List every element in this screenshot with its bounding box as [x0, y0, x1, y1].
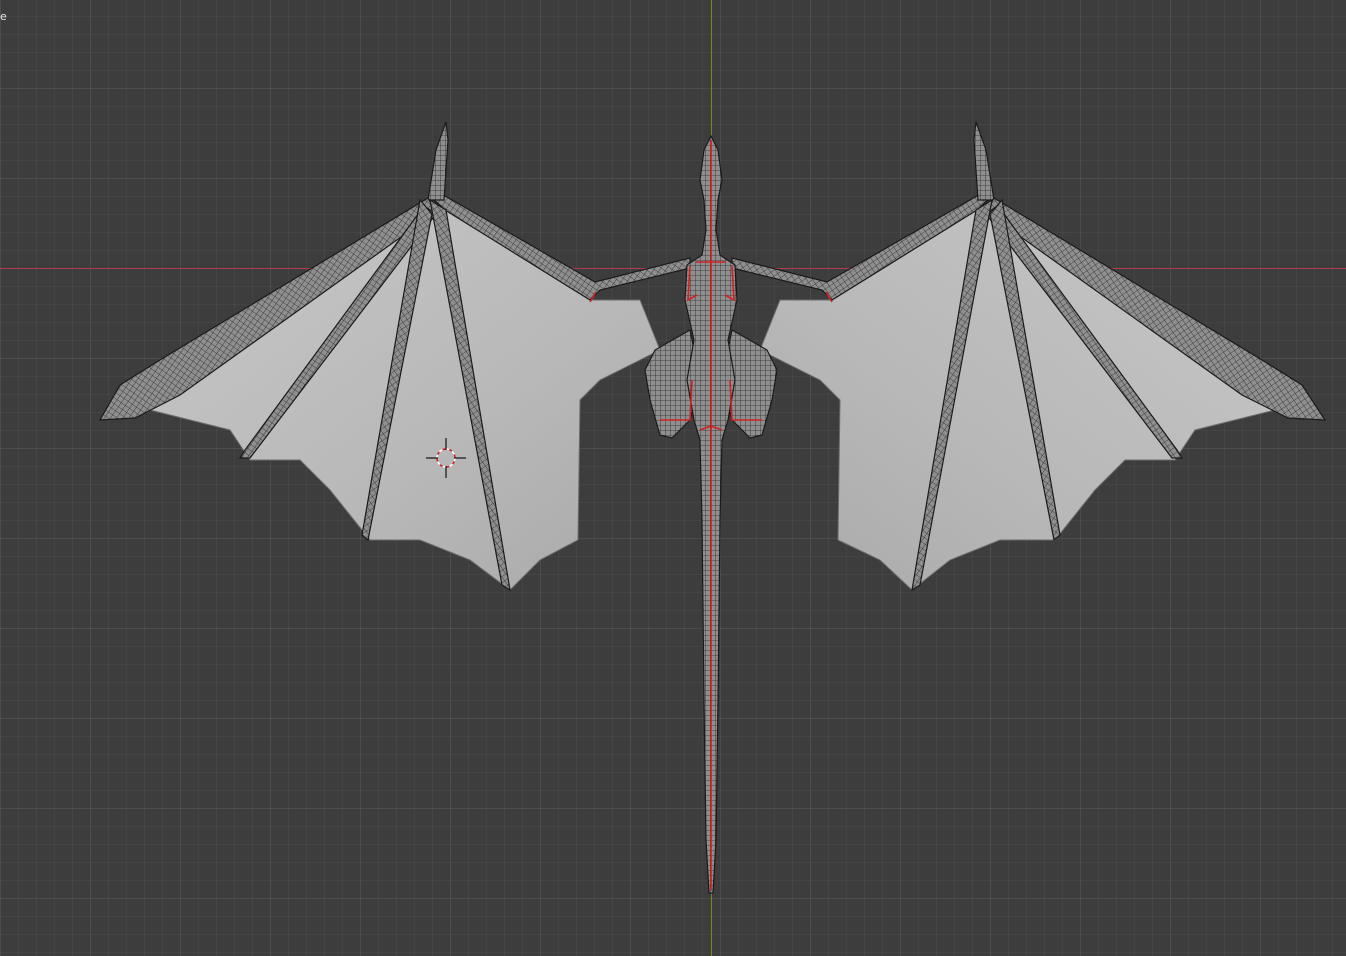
3d-viewport[interactable]: e: [0, 0, 1346, 956]
left-wing-claw: [427, 121, 449, 201]
3d-cursor-icon[interactable]: [424, 436, 468, 480]
right-wing-membrane: [759, 199, 1277, 591]
left-wing-membrane: [148, 199, 661, 591]
uv-seams: [589, 140, 833, 890]
dragon-mesh[interactable]: [0, 0, 1346, 956]
right-wing-claw: [973, 121, 995, 201]
